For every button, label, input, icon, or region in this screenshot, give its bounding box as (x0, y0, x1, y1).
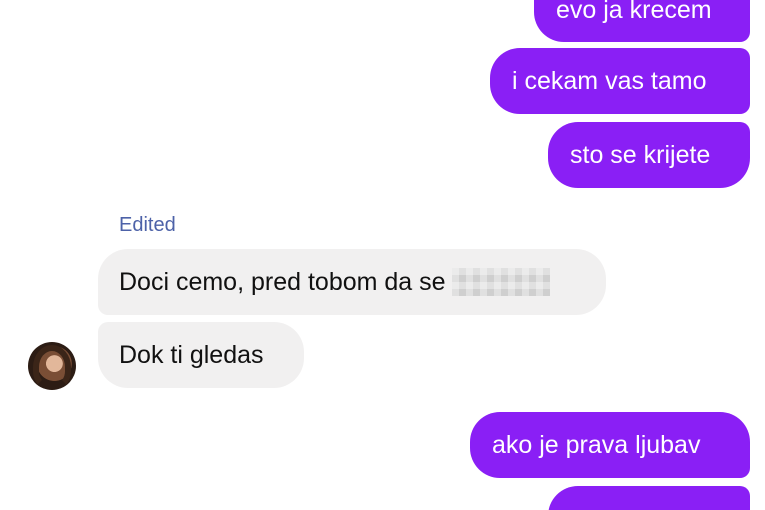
outgoing-message-partial[interactable] (548, 486, 750, 510)
outgoing-message[interactable]: i cekam vas tamo (490, 48, 750, 114)
incoming-message[interactable]: Dok ti gledas (98, 322, 304, 388)
message-text: Dok ti gledas (119, 340, 264, 369)
outgoing-message[interactable]: sto se krijete (548, 122, 750, 188)
outgoing-message[interactable]: ako je prava ljubav (470, 412, 750, 478)
message-thread: evo ja krecem i cekam vas tamo sto se kr… (0, 0, 765, 510)
contact-avatar-icon[interactable] (28, 342, 76, 390)
avatar-hair-shape (33, 345, 71, 389)
redacted-text-blur (451, 268, 550, 296)
message-text: i cekam vas tamo (512, 66, 707, 95)
message-text: Doci cemo, pred tobom da se (119, 267, 446, 296)
message-text: ako je prava ljubav (492, 430, 701, 459)
message-text: evo ja krecem (556, 0, 712, 24)
message-text: sto se krijete (570, 140, 711, 169)
edited-label: Edited (119, 214, 176, 236)
outgoing-message[interactable]: evo ja krecem (534, 0, 750, 42)
incoming-message[interactable]: Doci cemo, pred tobom da se (98, 249, 606, 315)
